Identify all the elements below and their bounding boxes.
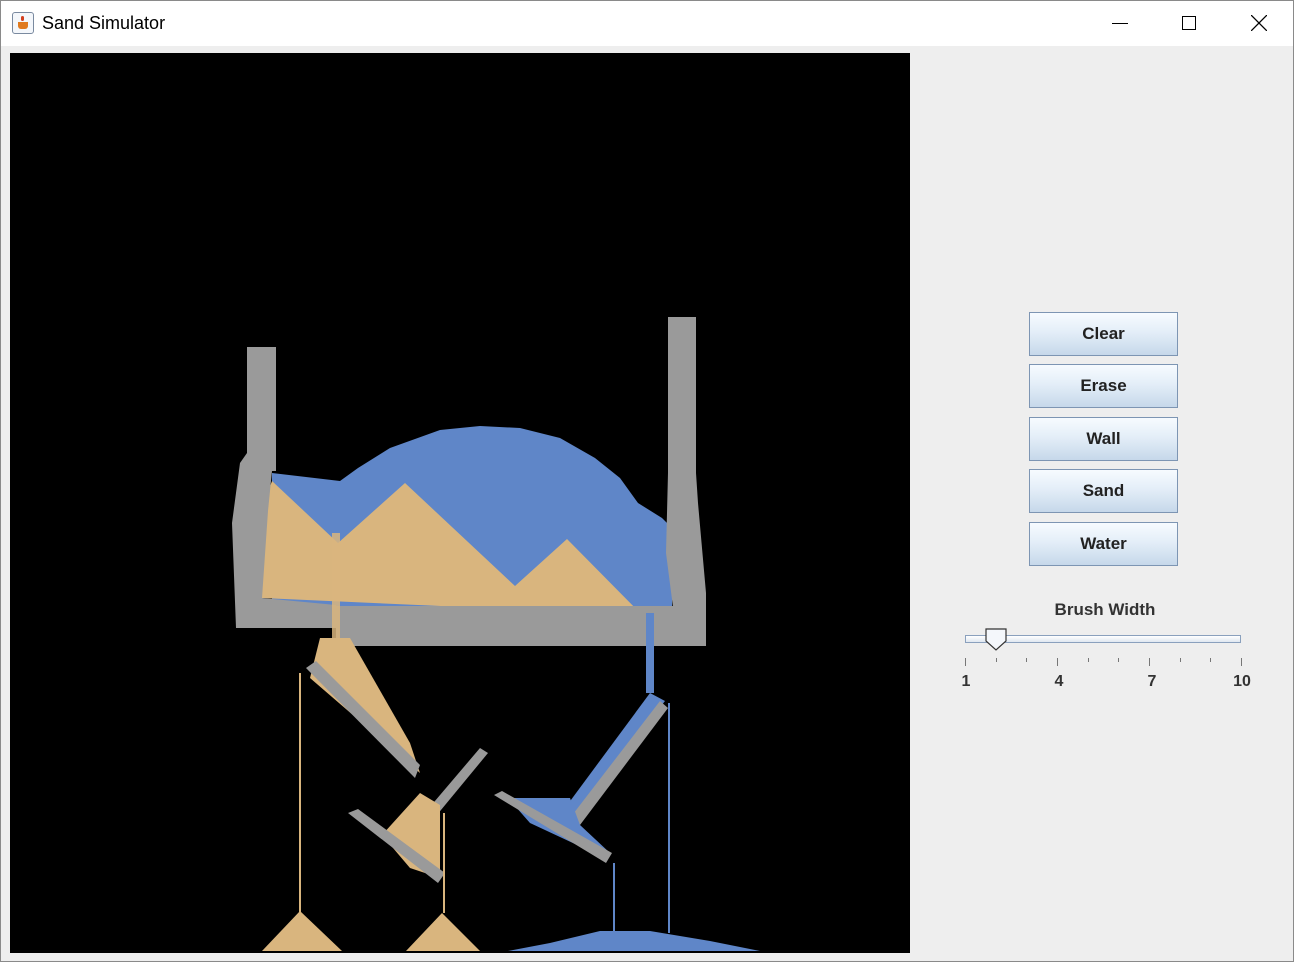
slider-tick bbox=[1026, 658, 1027, 662]
sand-drip-left bbox=[299, 673, 301, 913]
water-button[interactable]: Water bbox=[1029, 522, 1178, 566]
window-title: Sand Simulator bbox=[42, 13, 166, 33]
sand-pile-left bbox=[262, 911, 342, 951]
maximize-icon bbox=[1182, 16, 1196, 30]
water-stream-top bbox=[646, 613, 654, 693]
sand-stream-top bbox=[332, 533, 340, 653]
java-app-icon bbox=[12, 12, 34, 34]
slider-tick bbox=[1057, 658, 1058, 666]
tick-label-7: 7 bbox=[1147, 673, 1157, 690]
minimize-button[interactable] bbox=[1084, 1, 1154, 46]
sand-drip-center bbox=[443, 813, 445, 913]
minimize-icon bbox=[1112, 23, 1128, 24]
slider-tick bbox=[1241, 658, 1242, 666]
water-drip-center bbox=[613, 863, 615, 933]
slider-tick bbox=[1210, 658, 1211, 662]
close-button[interactable] bbox=[1224, 1, 1294, 46]
slider-tick bbox=[1149, 658, 1150, 666]
slider-tick bbox=[1088, 658, 1089, 662]
erase-button[interactable]: Erase bbox=[1029, 364, 1178, 408]
slider-tick bbox=[996, 658, 997, 662]
wall-right bbox=[666, 317, 706, 646]
wall-button[interactable]: Wall bbox=[1029, 417, 1178, 461]
brush-width-label: Brush Width bbox=[1054, 600, 1156, 619]
title-bar: Sand Simulator bbox=[1, 1, 1293, 46]
simulation-canvas[interactable] bbox=[10, 53, 910, 953]
tick-label-10: 10 bbox=[1233, 673, 1251, 690]
sand-pile-center bbox=[406, 913, 480, 951]
tick-label-4: 4 bbox=[1054, 673, 1064, 690]
maximize-button[interactable] bbox=[1154, 1, 1224, 46]
water-slope-right bbox=[565, 693, 665, 818]
slider-tick bbox=[1180, 658, 1181, 662]
simulation-scene bbox=[232, 317, 760, 951]
tick-label-1: 1 bbox=[961, 673, 971, 690]
clear-button[interactable]: Clear bbox=[1029, 312, 1178, 356]
slider-tick bbox=[965, 658, 966, 666]
water-drip-right bbox=[668, 703, 670, 933]
water-puddle bbox=[508, 931, 760, 951]
close-icon bbox=[1251, 15, 1267, 31]
brush-width-slider-thumb[interactable] bbox=[984, 628, 1008, 652]
wall-slope-right bbox=[570, 701, 668, 825]
slider-tick bbox=[1118, 658, 1119, 662]
sand-button[interactable]: Sand bbox=[1029, 469, 1178, 513]
